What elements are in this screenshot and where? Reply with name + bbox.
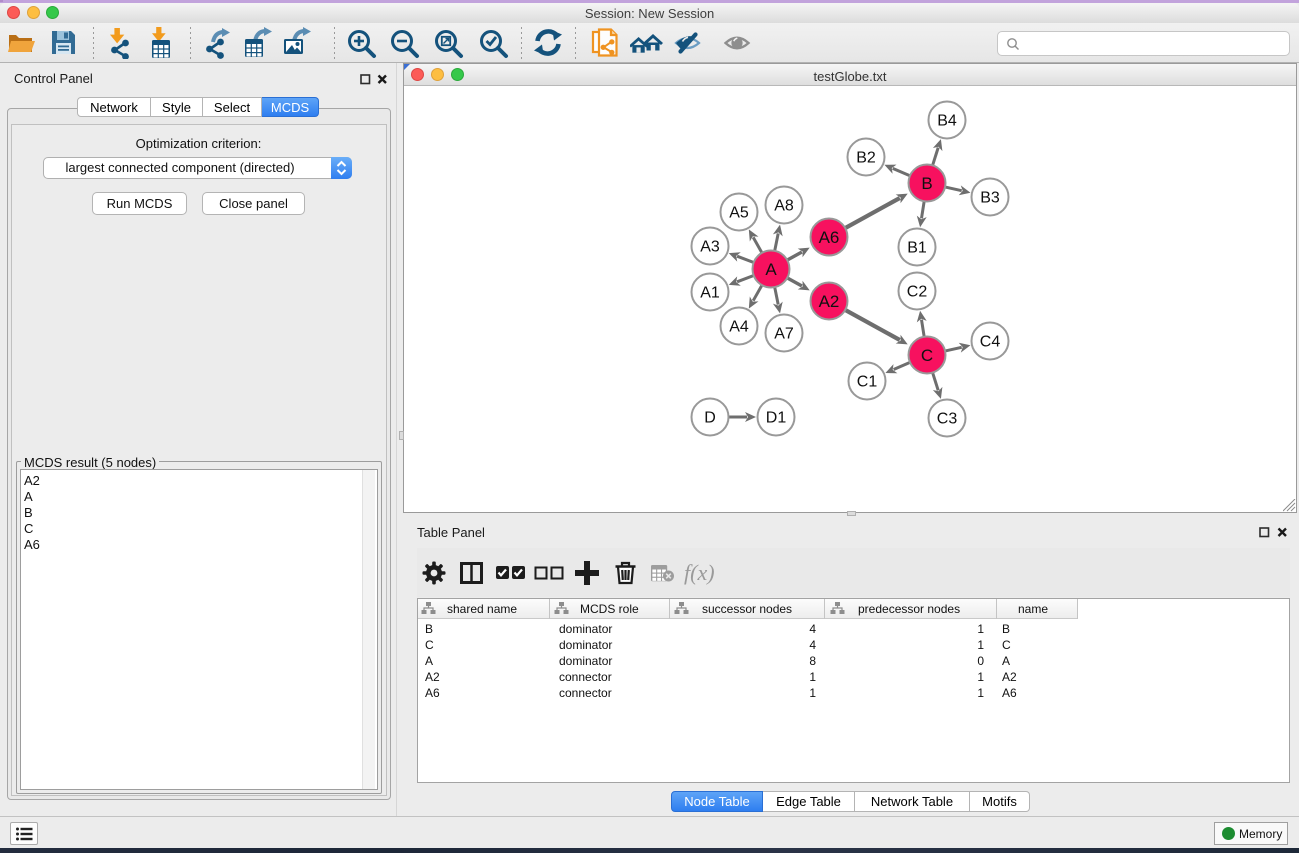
svg-text:A6: A6 (819, 228, 840, 247)
svg-text:A1: A1 (700, 285, 720, 302)
svg-text:A8: A8 (774, 198, 794, 215)
svg-text:C2: C2 (907, 284, 928, 301)
svg-text:A4: A4 (729, 319, 749, 336)
svg-text:A5: A5 (729, 205, 749, 222)
svg-text:C3: C3 (937, 411, 958, 428)
svg-text:B2: B2 (856, 150, 876, 167)
svg-text:D1: D1 (766, 410, 787, 427)
svg-text:C4: C4 (980, 334, 1001, 351)
svg-text:B4: B4 (937, 113, 957, 130)
svg-text:A2: A2 (819, 292, 840, 311)
svg-text:B1: B1 (907, 240, 927, 257)
svg-text:A7: A7 (774, 326, 794, 343)
svg-text:B: B (921, 174, 932, 193)
svg-text:C: C (921, 346, 933, 365)
svg-text:D: D (704, 410, 716, 427)
svg-text:B3: B3 (980, 190, 1000, 207)
svg-text:A: A (765, 260, 777, 279)
svg-text:C1: C1 (857, 374, 878, 391)
svg-text:A3: A3 (700, 239, 720, 256)
